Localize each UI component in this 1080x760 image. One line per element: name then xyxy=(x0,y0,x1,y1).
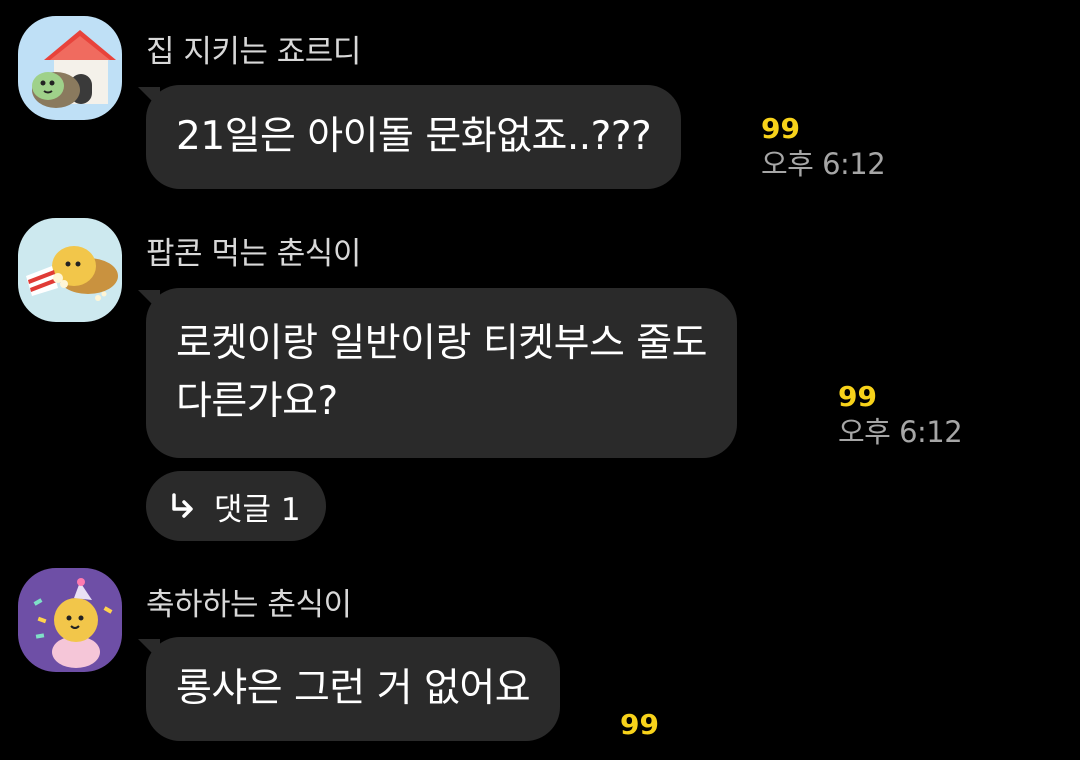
bubble-tail xyxy=(138,87,160,109)
sender-name: 팝콘 먹는 춘식이 xyxy=(146,236,361,272)
unread-count: 99 xyxy=(761,112,800,145)
message-text-line: 21일은 아이돌 문화없죠..??? xyxy=(176,114,652,159)
bubble-tail xyxy=(138,290,160,312)
avatar[interactable] xyxy=(18,568,122,672)
message-bubble[interactable]: 로켓이랑 일반이랑 티켓부스 줄도 다른가요? xyxy=(138,288,738,458)
message-bubble[interactable]: 21일은 아이돌 문화없죠..??? xyxy=(138,85,682,189)
message-meta: 99 xyxy=(620,708,659,742)
message-text-line: 롱샤은 그런 거 없어요 xyxy=(176,666,531,711)
timestamp: 오후 6:12 xyxy=(761,147,886,181)
message-bubble[interactable]: 롱샤은 그런 거 없어요 xyxy=(138,637,561,741)
sender-name: 축하하는 춘식이 xyxy=(146,587,352,623)
sender-name: 집 지키는 죠르디 xyxy=(146,34,361,70)
unread-count: 99 xyxy=(838,380,877,413)
reply-thread-button[interactable]: 댓글 1 xyxy=(146,471,326,541)
avatar[interactable] xyxy=(18,218,122,322)
avatar[interactable] xyxy=(18,16,122,120)
message-text-line: 로켓이랑 일반이랑 티켓부스 줄도 xyxy=(176,321,708,366)
bubble-tail xyxy=(138,639,160,661)
choonsik-party-icon xyxy=(18,568,122,672)
message-text-line: 다른가요? xyxy=(176,379,338,424)
jordy-doghouse-icon xyxy=(18,16,122,120)
choonsik-popcorn-icon xyxy=(18,218,122,322)
reply-count-label: 댓글 1 xyxy=(214,491,301,528)
reply-arrow-icon xyxy=(172,493,193,518)
message-meta: 99 오후 6:12 xyxy=(838,380,963,450)
message-meta: 99 오후 6:12 xyxy=(761,112,886,182)
timestamp: 오후 6:12 xyxy=(838,415,963,449)
unread-count: 99 xyxy=(620,708,659,741)
